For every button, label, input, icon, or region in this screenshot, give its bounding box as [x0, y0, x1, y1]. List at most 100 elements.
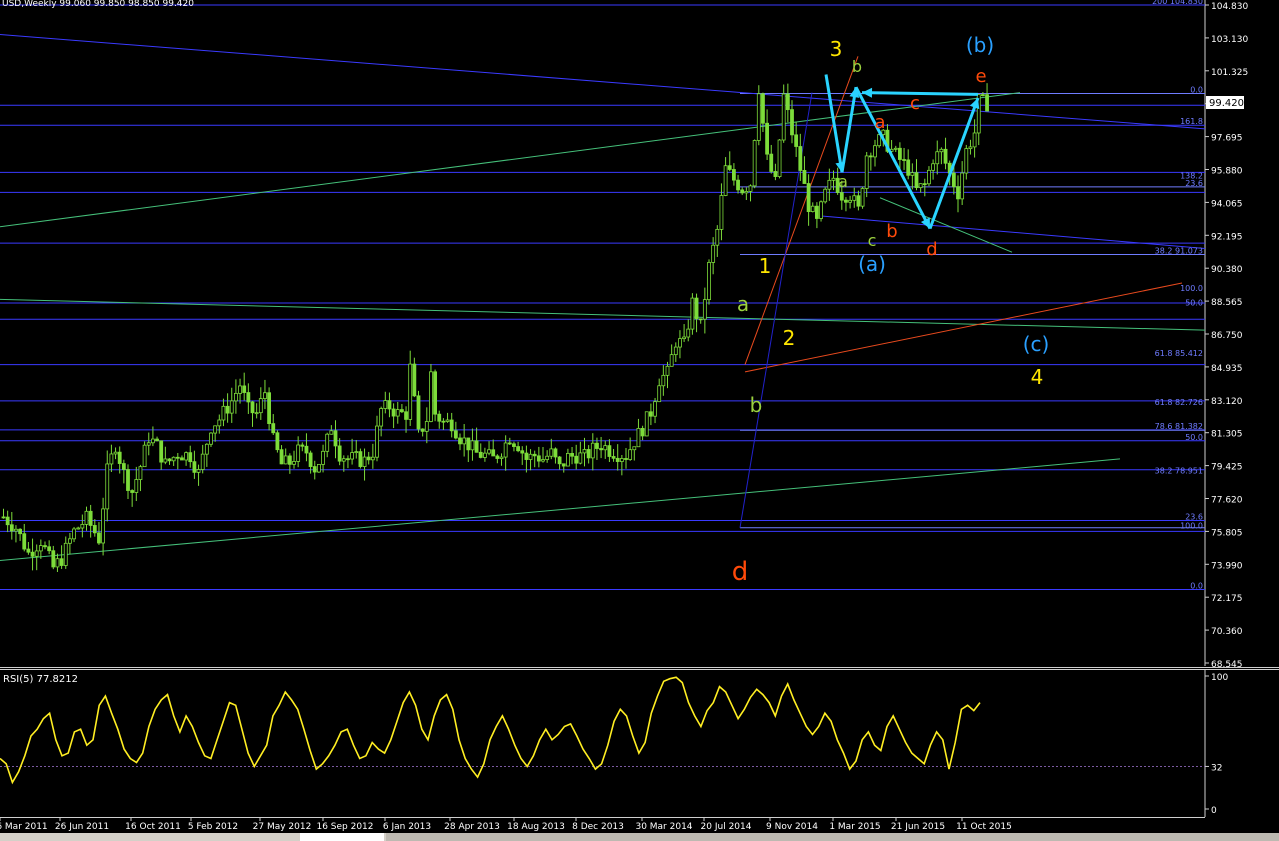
candle-body	[528, 453, 533, 460]
candle-body	[785, 93, 790, 111]
candle-body	[213, 425, 218, 434]
candle-body	[636, 427, 641, 448]
candle-body	[375, 425, 379, 458]
fib-level-label: 23.6	[1185, 513, 1203, 522]
candle-body	[653, 401, 657, 417]
candle-body	[922, 183, 927, 186]
candle-body	[520, 450, 525, 454]
candle-body	[848, 199, 852, 203]
price-tick-label: 83.120	[1211, 397, 1243, 407]
wave-label: d	[926, 239, 937, 260]
candle-body	[985, 94, 989, 112]
candle-body	[333, 430, 338, 447]
wave-label: c	[868, 231, 877, 250]
price-tick-label: 72.175	[1211, 594, 1243, 604]
candle-body	[748, 185, 753, 192]
candle-body	[765, 122, 769, 155]
candle-body	[316, 463, 321, 473]
candle-body	[499, 456, 504, 459]
candle-body	[246, 392, 251, 403]
candle-body	[798, 146, 803, 171]
price-tick-label: 86.750	[1211, 331, 1243, 341]
candle-body	[238, 385, 242, 394]
candle-body	[590, 442, 595, 459]
candle-body	[167, 458, 172, 462]
candle-body	[387, 400, 392, 410]
candle-body	[350, 452, 355, 460]
candle-body	[482, 452, 487, 458]
wave-label: b	[886, 221, 897, 242]
candle-body	[570, 453, 574, 457]
candle-body	[159, 440, 164, 463]
candle-body	[711, 244, 716, 263]
candle-body	[196, 469, 201, 473]
candle-body	[661, 374, 666, 387]
candle-body	[47, 546, 52, 552]
candle-body	[408, 363, 413, 420]
candle-body	[566, 453, 570, 467]
candle-body	[80, 524, 85, 529]
price-tick-label: 104.830	[1211, 2, 1248, 12]
fib-level-label: 23.6	[1185, 179, 1203, 188]
candle-body	[63, 542, 68, 566]
candle-body	[507, 442, 512, 445]
candle-body	[819, 201, 823, 219]
candle-body	[678, 338, 682, 348]
candle-body	[449, 419, 454, 432]
candle-body	[233, 392, 238, 402]
candle-body	[939, 148, 944, 153]
rsi-tick-label: 100	[1211, 673, 1228, 683]
rsi-header: RSI(5) 77.8212	[3, 674, 78, 685]
fib-level-label: 100.0	[1180, 284, 1203, 293]
candle-body	[532, 453, 537, 457]
candle-body	[619, 458, 624, 462]
fib-level-label: 38.2 91.073	[1155, 247, 1203, 256]
candle-body	[852, 195, 857, 201]
candle-body	[769, 153, 774, 172]
candle-body	[553, 448, 558, 458]
time-tick-label: 21 Jun 2015	[891, 822, 945, 832]
candle-body	[5, 516, 10, 526]
candle-body	[175, 456, 180, 459]
candle-body	[719, 195, 724, 230]
candle-body	[155, 438, 159, 442]
candle-body	[445, 419, 450, 422]
fib-level-label: 78.6 81.382	[1155, 422, 1203, 431]
wave-label: c	[910, 93, 920, 114]
candle-body	[379, 408, 384, 427]
candle-body	[487, 449, 491, 454]
candle-body	[462, 437, 467, 445]
candle-body	[491, 449, 496, 457]
candle-body	[860, 188, 865, 207]
time-tick-label: 26 Jun 2011	[55, 822, 109, 832]
candle-body	[150, 438, 155, 444]
chart-canvas[interactable]: 200 104.8300.0161.8138.223.638.2 91.0731…	[0, 0, 1279, 841]
candle-body	[321, 450, 325, 465]
candle-body	[312, 466, 317, 473]
symbol-header: USD,Weekly 99.060 99.850 98.850 99.420	[2, 0, 194, 9]
candle-body	[126, 469, 130, 491]
candle-body	[383, 400, 388, 409]
candle-body	[794, 134, 799, 147]
candle-body	[358, 451, 363, 467]
candle-body	[30, 551, 35, 557]
fib-level-label: 161.8	[1180, 117, 1203, 126]
candle-body	[250, 401, 255, 414]
candle-body	[366, 456, 371, 461]
wave-label: 1	[759, 254, 772, 278]
candle-body	[14, 528, 18, 532]
candle-body	[981, 94, 985, 97]
candle-body	[275, 432, 280, 451]
price-tick-label: 97.695	[1211, 134, 1243, 144]
candle-body	[188, 452, 193, 463]
candle-body	[665, 365, 670, 376]
candle-body	[391, 408, 396, 417]
rsi-tick-label: 32	[1211, 763, 1222, 773]
candle-body	[972, 132, 977, 148]
time-tick-label: 28 Apr 2013	[444, 822, 500, 832]
mt4-chart-window: 200 104.830 0.0 161.8 138.2 23.6 38.2 91.073 1…	[0, 0, 1279, 841]
active-chart-tab[interactable]	[300, 833, 384, 841]
candle-body	[536, 455, 541, 462]
candle-body	[424, 421, 429, 432]
candle-body	[516, 446, 520, 452]
